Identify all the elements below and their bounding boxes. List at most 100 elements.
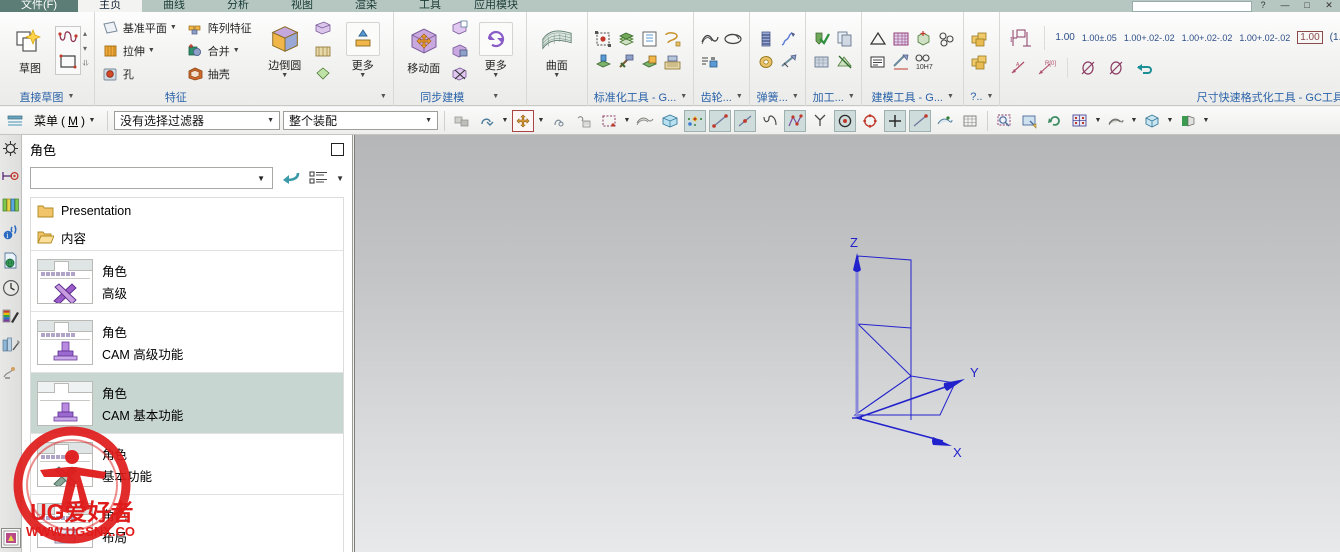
quadrant-point-icon[interactable] <box>859 110 881 132</box>
up-one-level-icon[interactable] <box>476 110 498 132</box>
role-card-cam-basic[interactable]: 角色 CAM 基本功能 <box>31 372 343 433</box>
render-style-icon[interactable] <box>1105 110 1127 132</box>
move-face-button[interactable]: 移动面 <box>399 23 449 78</box>
reset-icon[interactable] <box>1133 57 1155 79</box>
view-layout-icon[interactable] <box>1069 110 1091 132</box>
hammer-tool-icon[interactable] <box>616 51 638 73</box>
check-part-icon[interactable] <box>811 28 833 50</box>
grid-point-icon[interactable] <box>959 110 981 132</box>
ribbon-group-label-sync-modeling[interactable]: 同步建模 ▼ <box>396 87 524 106</box>
dim-arrow-icon[interactable]: A <box>1008 57 1030 79</box>
role-card-advanced[interactable]: 角色 高级 <box>31 250 343 311</box>
tangent-point-icon[interactable] <box>759 110 781 132</box>
attribute-icon[interactable] <box>593 28 615 50</box>
sketch-scroll-down-icon[interactable]: ▾ <box>83 44 89 58</box>
offset-region-icon[interactable] <box>449 40 471 62</box>
section-icon[interactable] <box>1177 110 1199 132</box>
part-pack-icon[interactable] <box>639 51 661 73</box>
layer-icon[interactable] <box>616 28 638 50</box>
list-view-icon[interactable] <box>309 169 329 187</box>
chevron-down-icon[interactable]: ▼ <box>170 24 177 31</box>
move-wcs-icon[interactable] <box>512 109 535 132</box>
role-card-basic[interactable]: 角色 基本功能 <box>31 433 343 494</box>
end-point-icon[interactable] <box>709 109 732 132</box>
dock-panel-button[interactable] <box>331 142 344 156</box>
diameter-slash2-icon[interactable] <box>1105 57 1127 79</box>
disc-spring-icon[interactable] <box>755 51 777 73</box>
chevron-down-icon[interactable]: ▼ <box>492 72 499 79</box>
dim-val-7[interactable]: (1.00) <box>1330 32 1340 43</box>
fit-view-icon[interactable] <box>1019 110 1041 132</box>
chevron-down-icon[interactable]: ▼ <box>380 93 387 100</box>
ribbon-group-label-direct-sketch[interactable]: 直接草图 ▼ <box>2 87 92 106</box>
command-search-input[interactable] <box>1132 1 1252 12</box>
bevel-gear-icon[interactable] <box>722 28 744 50</box>
history-icon[interactable] <box>1 278 21 298</box>
chevron-down-icon[interactable]: ▼ <box>148 47 155 54</box>
cyl-spring-icon[interactable] <box>755 28 777 50</box>
shell-button[interactable]: 抽壳 <box>185 63 254 85</box>
tab-tools[interactable]: 工具 <box>398 0 462 12</box>
ribbon-group-label-spring[interactable]: 弹簧... ▼ <box>752 87 803 106</box>
delete-face-icon[interactable] <box>449 63 471 85</box>
minimize-button[interactable]: — <box>1274 0 1296 12</box>
chevron-down-icon[interactable]: ▼ <box>281 72 288 79</box>
chevron-down-icon[interactable]: ▼ <box>336 174 344 183</box>
dim-val-1[interactable]: 1.00 <box>1055 32 1074 43</box>
note-icon[interactable] <box>867 51 889 73</box>
rotate-view-icon[interactable] <box>1044 110 1066 132</box>
unite-button[interactable]: 合并 ▼ <box>185 40 254 62</box>
tab-home[interactable]: 主页 <box>78 0 142 12</box>
dim-val-2[interactable]: 1.00±.05 <box>1082 33 1117 43</box>
orient-view-icon[interactable] <box>1141 110 1163 132</box>
chevron-down-icon[interactable]: ▼ <box>233 47 240 54</box>
role-icon[interactable] <box>0 528 21 548</box>
snap-point-icon[interactable] <box>548 110 570 132</box>
close-button[interactable]: ✕ <box>1318 0 1340 12</box>
chevron-down-icon[interactable]: ▼ <box>947 93 954 100</box>
tab-file[interactable]: 文件(F) <box>0 0 78 12</box>
chevron-down-icon[interactable]: ▼ <box>492 93 499 100</box>
pull-tool-icon[interactable] <box>593 51 615 73</box>
ribbon-group-label-feature[interactable]: 特征 ▼ <box>97 87 391 106</box>
tab-curve[interactable]: 曲线 <box>142 0 206 12</box>
datum-plane-button[interactable]: 基准平面 ▼ <box>100 17 179 39</box>
surface-button[interactable]: 曲面 ▼ <box>532 20 582 81</box>
selection-filter-combo[interactable]: 没有选择过滤器 ▼ <box>114 111 281 130</box>
chevron-down-icon[interactable]: ▼ <box>1130 117 1138 124</box>
chevron-down-icon[interactable]: ▼ <box>67 93 74 100</box>
arc-center-icon[interactable] <box>834 109 857 132</box>
chevron-down-icon[interactable]: ▼ <box>1166 117 1174 124</box>
chevron-down-icon[interactable]: ▼ <box>1094 117 1102 124</box>
chevron-down-icon[interactable]: ▼ <box>1202 117 1210 124</box>
part-list-icon[interactable] <box>639 28 661 50</box>
chevron-down-icon[interactable]: ▼ <box>736 93 743 100</box>
copy-part-icon[interactable] <box>834 28 856 50</box>
pattern-feature-button[interactable]: 阵列特征 <box>185 17 254 39</box>
ribbon-group-label-gear[interactable]: 齿轮... ▼ <box>696 87 747 106</box>
dim-edit-icon[interactable] <box>890 51 912 73</box>
menu-button[interactable]: 菜单(M) ▼ <box>29 111 101 130</box>
sketch-expand-icon[interactable]: ⥥ <box>83 59 89 73</box>
hole-button[interactable]: 孔 <box>100 63 179 85</box>
ribbon-group-label-misc[interactable]: ?.. ▼ <box>966 87 997 106</box>
folder-presentation[interactable]: Presentation <box>31 198 343 224</box>
folder-content[interactable]: 内容 <box>31 224 343 250</box>
block-icon[interactable] <box>969 28 991 50</box>
gear-list-icon[interactable] <box>699 51 721 73</box>
chevron-down-icon[interactable]: ▼ <box>537 117 545 124</box>
extrude-button[interactable]: 拉伸 ▼ <box>100 40 179 62</box>
tab-view[interactable]: 视图 <box>270 0 334 12</box>
diameter-slash-icon[interactable] <box>1077 57 1099 79</box>
ribbon-group-label-standard-tools[interactable]: 标准化工具 - G... ▼ <box>590 87 691 106</box>
pull-face-icon[interactable] <box>449 17 471 39</box>
chevron-down-icon[interactable]: ▼ <box>359 72 366 79</box>
menu-icon[interactable] <box>4 110 26 132</box>
spring-cut-icon[interactable] <box>778 51 800 73</box>
fit-tol-icon[interactable]: 10H7 <box>913 51 935 73</box>
role-card-cam-advanced[interactable]: 角色 CAM 高级功能 <box>31 311 343 372</box>
constraint-navigator-icon[interactable] <box>1 166 21 186</box>
tab-render[interactable]: 渲染 <box>334 0 398 12</box>
help-icon[interactable]: ? <box>1252 0 1274 12</box>
chevron-down-icon[interactable]: ▼ <box>88 117 96 124</box>
